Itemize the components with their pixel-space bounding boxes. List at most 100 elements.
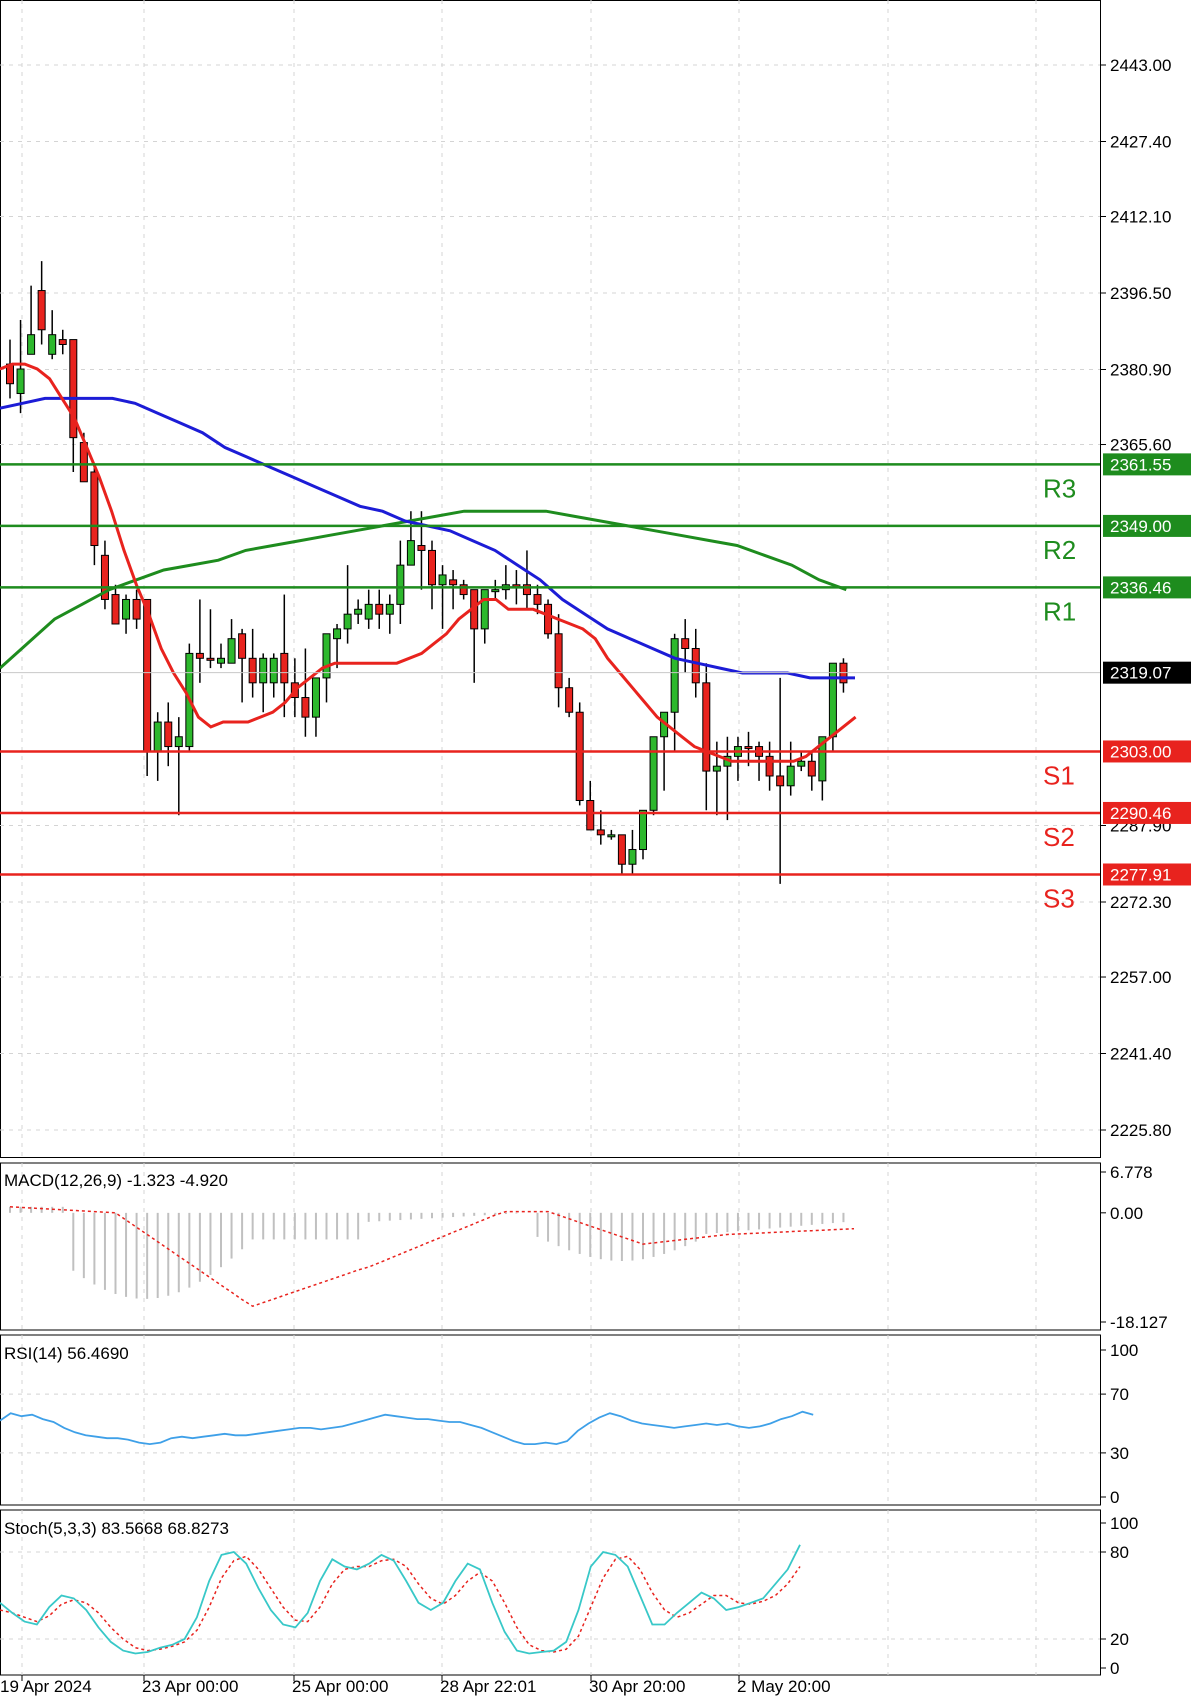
candle-body <box>406 540 415 566</box>
price-panel: 2443.00 2427.40 2412.10 2396.50 2380.90 2365.… <box>0 0 1191 1158</box>
candle-body <box>681 638 690 649</box>
time-label: 2 May 20:00 <box>737 1677 831 1696</box>
level-name-s2: S2 <box>1043 822 1075 852</box>
candle <box>227 619 236 664</box>
candle-body <box>364 603 373 620</box>
rsi-tick-label: 0 <box>1110 1488 1119 1507</box>
price-tick-label: 2380.90 <box>1110 360 1171 379</box>
candle <box>839 658 848 693</box>
candle-body <box>354 608 363 615</box>
rsi-line <box>0 1410 814 1446</box>
candle <box>122 594 131 634</box>
level-name-r3: R3 <box>1043 473 1076 503</box>
level-name-r2: R2 <box>1043 535 1076 565</box>
candle-body <box>554 633 563 689</box>
candle <box>681 619 690 674</box>
candle-body <box>607 834 616 838</box>
macd-tick-label: 0.00 <box>1110 1204 1143 1223</box>
sma-blue-line <box>0 396 855 680</box>
candle <box>143 598 152 776</box>
candle-body <box>174 736 183 748</box>
time-label: 30 Apr 20:00 <box>589 1677 685 1696</box>
candle <box>438 565 447 629</box>
price-tick-label: 2257.00 <box>1110 968 1171 987</box>
candle-body <box>417 545 426 551</box>
stoch-panel: 100 80 20 0 Stoch(5,3,3) 83.5668 68.8273 <box>0 1509 1138 1678</box>
candle <box>90 467 99 566</box>
macd-label: MACD(12,26,9) -1.323 -4.920 <box>4 1171 228 1190</box>
price-panel-frame <box>0 0 1101 1158</box>
candle <box>238 628 247 703</box>
level-name-s3: S3 <box>1043 883 1075 913</box>
candle <box>195 599 204 683</box>
macd-tick-label: 6.778 <box>1110 1163 1153 1182</box>
stoch-k-line <box>0 1544 801 1655</box>
candle-body <box>280 652 289 684</box>
price-tick-label: 2365.60 <box>1110 436 1171 455</box>
candle-body <box>586 799 595 831</box>
level-price-r1: 2336.46 <box>1110 578 1171 597</box>
candle-body <box>776 775 785 787</box>
candle-body <box>396 564 405 605</box>
candle <box>206 609 215 669</box>
candle-body <box>311 677 320 718</box>
candle <box>776 677 785 884</box>
candle <box>797 751 806 772</box>
candle-body <box>301 697 310 718</box>
candle-body <box>438 574 447 586</box>
time-axis: 19 Apr 2024 23 Apr 00:00 25 Apr 00:00 28 Ap… <box>0 1675 831 1696</box>
candle <box>575 702 584 806</box>
rsi-tick-label: 100 <box>1110 1341 1138 1360</box>
rsi-tick-label: 30 <box>1110 1444 1129 1463</box>
level-name-s1: S1 <box>1043 760 1075 790</box>
price-tick-label: 2427.40 <box>1110 132 1171 151</box>
candle <box>459 579 468 600</box>
candle-body <box>712 765 721 772</box>
candle <box>501 565 510 600</box>
candle-body <box>322 633 331 679</box>
candle-body <box>533 594 542 605</box>
candle <box>111 584 120 625</box>
macd-tick-label: -18.127 <box>1110 1313 1168 1332</box>
ema-red-line <box>0 362 857 763</box>
time-label: 19 Apr 2024 <box>0 1677 92 1696</box>
candle <box>27 285 36 355</box>
candle <box>639 809 647 860</box>
candle <box>702 663 711 811</box>
rsi-panel: 100 70 30 0 RSI(14) 56.4690 <box>0 1334 1138 1507</box>
candle-body <box>259 657 268 684</box>
candle-body <box>575 711 584 801</box>
current-price-label: 2319.07 <box>1110 664 1171 683</box>
candle-body <box>111 594 120 625</box>
candle <box>217 643 225 669</box>
candle <box>385 594 394 634</box>
candle-body <box>480 589 489 630</box>
candle <box>153 712 162 781</box>
candle-body <box>628 849 637 865</box>
candle <box>333 623 342 669</box>
candle-body <box>122 598 131 620</box>
candle-body <box>786 765 795 787</box>
price-tick-label: 2412.10 <box>1110 208 1171 227</box>
candle <box>544 599 553 639</box>
candle <box>259 653 268 713</box>
candle <box>786 741 795 796</box>
candle-body <box>385 603 394 615</box>
candle <box>565 677 574 718</box>
candle-body <box>248 657 257 684</box>
candle-body <box>807 760 816 777</box>
candle <box>354 599 363 624</box>
candle-body <box>58 339 67 345</box>
level-name-r1: R1 <box>1043 596 1076 626</box>
candle-body <box>333 628 342 640</box>
candle-body <box>797 760 806 767</box>
candle <box>807 751 816 791</box>
rsi-frame <box>0 1334 1101 1506</box>
stoch-tick-label: 80 <box>1110 1543 1129 1562</box>
candle-body <box>143 598 152 752</box>
candle-body <box>37 290 46 331</box>
candle <box>617 834 626 875</box>
price-tick-label: 2443.00 <box>1110 56 1171 75</box>
candle-body <box>449 579 458 586</box>
rsi-tick-label: 70 <box>1110 1385 1129 1404</box>
